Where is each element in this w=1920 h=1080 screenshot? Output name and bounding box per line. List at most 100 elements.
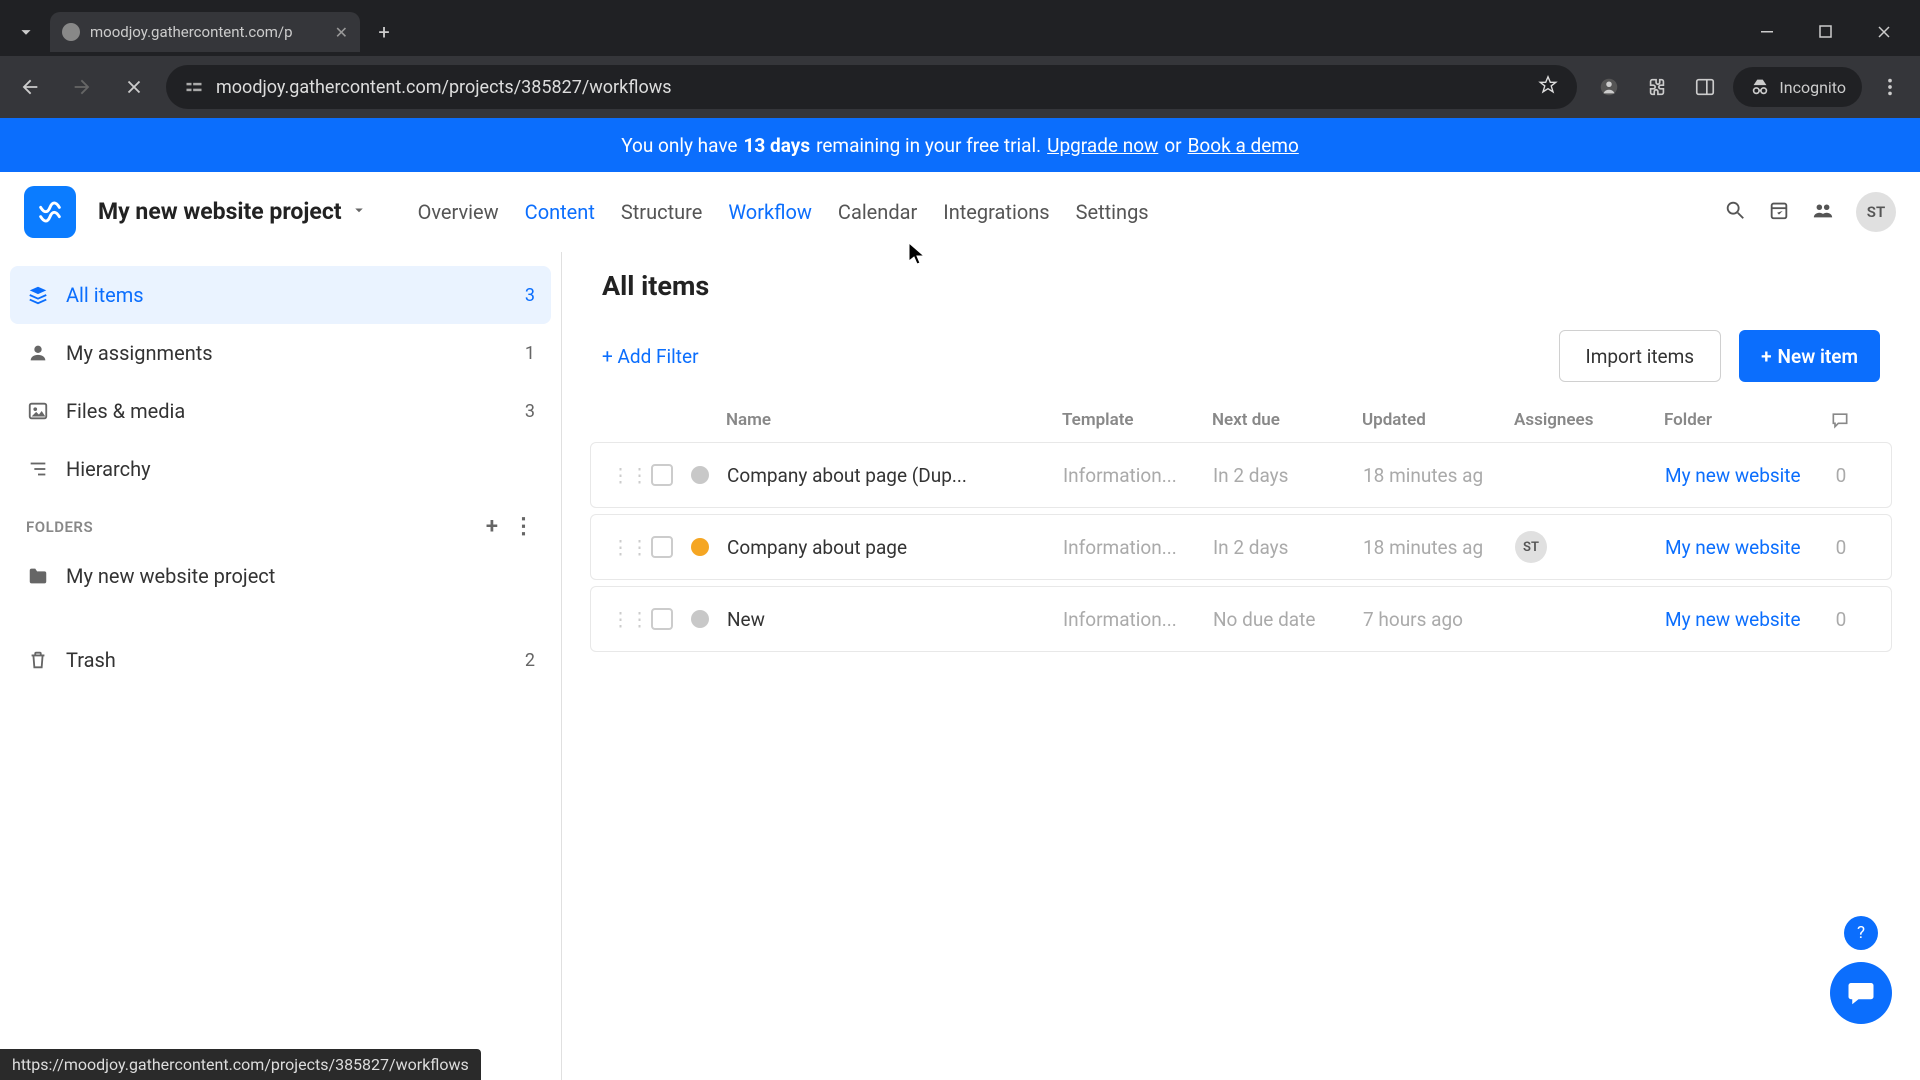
row-checkbox[interactable] bbox=[651, 608, 673, 630]
item-name[interactable]: Company about page (Dup... bbox=[727, 464, 1063, 487]
calendar-icon[interactable] bbox=[1768, 199, 1790, 225]
item-folder[interactable]: My new website bbox=[1665, 608, 1821, 631]
tab-calendar[interactable]: Calendar bbox=[838, 200, 917, 224]
close-window-button[interactable] bbox=[1856, 12, 1912, 52]
user-avatar[interactable]: ST bbox=[1856, 192, 1896, 232]
sidebar: All items 3 My assignments 1 Files & med… bbox=[0, 252, 562, 1080]
col-assignees[interactable]: Assignees bbox=[1514, 410, 1664, 430]
item-folder[interactable]: My new website bbox=[1665, 464, 1821, 487]
sidebar-folder[interactable]: My new website project bbox=[10, 547, 551, 605]
trash-icon bbox=[26, 648, 50, 672]
close-tab-icon[interactable]: ✕ bbox=[335, 23, 348, 42]
app-logo[interactable] bbox=[24, 186, 76, 238]
import-items-button[interactable]: Import items bbox=[1559, 330, 1722, 382]
chevron-down-icon bbox=[15, 21, 37, 43]
add-filter-button[interactable]: + Add Filter bbox=[602, 345, 699, 368]
new-item-button[interactable]: + New item bbox=[1739, 330, 1880, 382]
search-icon[interactable] bbox=[1724, 199, 1746, 225]
sidebar-item-files[interactable]: Files & media 3 bbox=[10, 382, 551, 440]
main-content: All items + Add Filter Import items + Ne… bbox=[562, 252, 1920, 1080]
tab-content[interactable]: Content bbox=[525, 200, 595, 224]
item-template: Information... bbox=[1063, 464, 1213, 487]
people-icon[interactable] bbox=[1812, 199, 1834, 225]
bookmark-star-icon[interactable] bbox=[1537, 74, 1559, 101]
book-demo-link[interactable]: Book a demo bbox=[1188, 134, 1299, 157]
upgrade-link[interactable]: Upgrade now bbox=[1047, 134, 1158, 157]
sidebar-item-hierarchy[interactable]: Hierarchy bbox=[10, 440, 551, 498]
item-comments: 0 bbox=[1821, 536, 1861, 559]
col-name[interactable]: Name bbox=[726, 410, 1062, 430]
col-updated[interactable]: Updated bbox=[1362, 410, 1514, 430]
tab-search-dropdown[interactable] bbox=[8, 14, 44, 50]
item-assignees: ST bbox=[1515, 531, 1665, 563]
browser-status-bar: https://moodjoy.gathercontent.com/projec… bbox=[0, 1049, 481, 1080]
extensions-icon[interactable] bbox=[1637, 67, 1677, 107]
assignee-avatar[interactable]: ST bbox=[1515, 531, 1547, 563]
incognito-badge[interactable]: Incognito bbox=[1733, 67, 1862, 107]
image-icon bbox=[26, 399, 50, 423]
url-text: moodjoy.gathercontent.com/projects/38582… bbox=[216, 77, 672, 98]
table-row[interactable]: ⋮⋮ New Information... No due date 7 hour… bbox=[590, 586, 1892, 652]
browser-menu-icon[interactable] bbox=[1870, 67, 1910, 107]
address-bar: moodjoy.gathercontent.com/projects/38582… bbox=[0, 56, 1920, 118]
item-folder[interactable]: My new website bbox=[1665, 536, 1821, 559]
add-folder-button[interactable]: + bbox=[486, 514, 499, 539]
profile-icon[interactable] bbox=[1589, 67, 1629, 107]
item-comments: 0 bbox=[1821, 464, 1861, 487]
minimize-button[interactable] bbox=[1740, 12, 1796, 52]
item-updated: 18 minutes ag bbox=[1363, 464, 1515, 487]
col-due[interactable]: Next due bbox=[1212, 410, 1362, 430]
tab-settings[interactable]: Settings bbox=[1076, 200, 1149, 224]
drag-handle-icon[interactable]: ⋮⋮ bbox=[611, 536, 649, 559]
item-name[interactable]: New bbox=[727, 608, 1063, 631]
sidepanel-icon[interactable] bbox=[1685, 67, 1725, 107]
item-due: No due date bbox=[1213, 608, 1363, 631]
back-button[interactable] bbox=[10, 67, 50, 107]
status-dot bbox=[691, 466, 709, 484]
browser-chrome: moodjoy.gathercontent.com/p ✕ + moodjoy.… bbox=[0, 0, 1920, 118]
table-row[interactable]: ⋮⋮ Company about page (Dup... Informatio… bbox=[590, 442, 1892, 508]
drag-handle-icon[interactable]: ⋮⋮ bbox=[611, 464, 649, 487]
col-comments-icon[interactable] bbox=[1820, 410, 1860, 430]
status-dot bbox=[691, 538, 709, 556]
item-due: In 2 days bbox=[1213, 464, 1363, 487]
incognito-icon bbox=[1749, 76, 1771, 98]
sidebar-item-assignments[interactable]: My assignments 1 bbox=[10, 324, 551, 382]
forward-button[interactable] bbox=[62, 67, 102, 107]
tab-workflow[interactable]: Workflow bbox=[728, 200, 812, 224]
tab-structure[interactable]: Structure bbox=[621, 200, 702, 224]
help-button[interactable]: ? bbox=[1844, 916, 1878, 950]
reload-stop-button[interactable] bbox=[114, 67, 154, 107]
maximize-button[interactable] bbox=[1798, 12, 1854, 52]
site-info-icon[interactable] bbox=[184, 77, 204, 97]
sidebar-item-all-items[interactable]: All items 3 bbox=[10, 266, 551, 324]
url-input[interactable]: moodjoy.gathercontent.com/projects/38582… bbox=[166, 65, 1577, 109]
tab-integrations[interactable]: Integrations bbox=[943, 200, 1049, 224]
stack-icon bbox=[26, 283, 50, 307]
item-name[interactable]: Company about page bbox=[727, 536, 1063, 559]
folders-header: FOLDERS + ⋮ bbox=[10, 498, 551, 547]
col-folder[interactable]: Folder bbox=[1664, 410, 1820, 430]
new-tab-button[interactable]: + bbox=[366, 14, 402, 50]
browser-tab[interactable]: moodjoy.gathercontent.com/p ✕ bbox=[50, 12, 360, 52]
table-row[interactable]: ⋮⋮ Company about page Information... In … bbox=[590, 514, 1892, 580]
chat-button[interactable] bbox=[1830, 962, 1892, 1024]
trial-banner: You only have 13 days remaining in your … bbox=[0, 118, 1920, 172]
project-selector[interactable]: My new website project bbox=[98, 198, 368, 225]
tab-overview[interactable]: Overview bbox=[418, 200, 499, 224]
items-table: Name Template Next due Updated Assignees… bbox=[590, 410, 1892, 652]
folder-icon bbox=[26, 564, 50, 588]
app-header: My new website project Overview Content St… bbox=[0, 172, 1920, 252]
sidebar-item-trash[interactable]: Trash 2 bbox=[10, 631, 551, 689]
person-icon bbox=[26, 341, 50, 365]
row-checkbox[interactable] bbox=[651, 536, 673, 558]
tab-title: moodjoy.gathercontent.com/p bbox=[90, 23, 293, 41]
status-dot bbox=[691, 610, 709, 628]
item-template: Information... bbox=[1063, 536, 1213, 559]
row-checkbox[interactable] bbox=[651, 464, 673, 486]
item-updated: 7 hours ago bbox=[1363, 608, 1515, 631]
col-template[interactable]: Template bbox=[1062, 410, 1212, 430]
drag-handle-icon[interactable]: ⋮⋮ bbox=[611, 608, 649, 631]
page-title: All items bbox=[590, 270, 1892, 302]
folder-more-icon[interactable]: ⋮ bbox=[513, 514, 536, 539]
